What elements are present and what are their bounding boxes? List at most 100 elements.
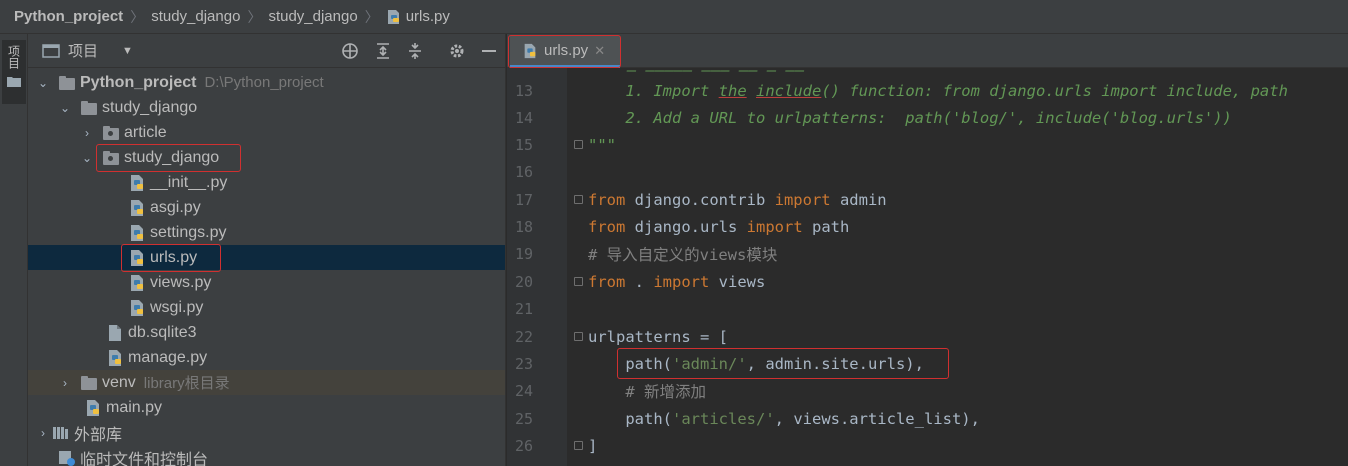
tree-item-python-project[interactable]: ⌄ Python_project D:\Python_project bbox=[28, 70, 505, 95]
minimize-icon[interactable] bbox=[480, 42, 498, 60]
tree-item-views-py[interactable]: views.py bbox=[28, 270, 505, 295]
tree-item-main-py[interactable]: main.py bbox=[28, 395, 505, 420]
code-line-21: 21 bbox=[507, 295, 1348, 322]
code-line-17: 17 from django.contrib import admin bbox=[507, 186, 1348, 213]
code-line-19: 19 # 导入自定义的views模块 bbox=[507, 240, 1348, 267]
close-icon[interactable]: ✕ bbox=[594, 43, 605, 59]
code-line-16: 16 bbox=[507, 158, 1348, 185]
tree-item-db-sqlite3[interactable]: db.sqlite3 bbox=[28, 320, 505, 345]
line-number: 26 bbox=[514, 436, 533, 455]
tree-item-label: db.sqlite3 bbox=[128, 323, 197, 341]
tree-item-study-django[interactable]: ⌄ study_django bbox=[28, 95, 505, 120]
code-line-22: 22 urlpatterns = [ bbox=[507, 323, 1348, 350]
tree-item-asgi-py[interactable]: asgi.py bbox=[28, 195, 505, 220]
collapse-all-icon[interactable] bbox=[406, 42, 424, 60]
tab-urls-py[interactable]: urls.py ✕ bbox=[510, 36, 620, 68]
chevron-down-icon[interactable]: ▼ bbox=[122, 45, 133, 57]
python-file-icon bbox=[131, 224, 143, 241]
tree-item-study-django-inner[interactable]: ⌄ study_django bbox=[28, 144, 505, 172]
line-number: 17 bbox=[514, 190, 533, 209]
python-file-icon bbox=[131, 249, 143, 266]
breadcrumb-item-urls[interactable]: urls.py bbox=[386, 8, 450, 25]
package-folder-icon bbox=[102, 125, 120, 141]
code-line-25: 25 path('articles/', views.article_list)… bbox=[507, 405, 1348, 432]
breadcrumb-item-urls-label: urls.py bbox=[405, 8, 450, 25]
python-file-icon bbox=[87, 399, 99, 416]
line-number: 19 bbox=[514, 244, 533, 263]
tree-item-label: 外部库 bbox=[74, 426, 123, 444]
code-line-26: 26 ] bbox=[507, 432, 1348, 459]
tree-item-external-libraries[interactable]: › 外部库 bbox=[28, 420, 505, 445]
tree-item-label: manage.py bbox=[128, 348, 208, 366]
tree-item-venv[interactable]: › venv library根目录 bbox=[28, 370, 505, 395]
python-file-icon bbox=[387, 9, 399, 24]
line-number: 22 bbox=[514, 327, 533, 346]
tree-item-label: views.py bbox=[150, 273, 212, 291]
project-window-icon bbox=[42, 43, 60, 58]
tree-item-label: settings.py bbox=[150, 223, 227, 241]
breadcrumb-item-study-django-inner[interactable]: study_django bbox=[268, 8, 357, 25]
line-number: 24 bbox=[514, 381, 533, 400]
line-number: 16 bbox=[514, 162, 533, 181]
chevron-right-icon[interactable]: › bbox=[36, 426, 50, 440]
chevron-down-icon[interactable]: ⌄ bbox=[58, 101, 72, 115]
gear-icon[interactable] bbox=[448, 42, 466, 60]
tree-item-label: Python_project bbox=[80, 73, 197, 91]
line-number: 18 bbox=[514, 217, 533, 236]
code-line-20: 20 from . import views bbox=[507, 268, 1348, 295]
expand-all-icon[interactable] bbox=[374, 42, 392, 60]
breadcrumb-item-project[interactable]: Python_project bbox=[14, 8, 123, 25]
editor-tab-bar: urls.py ✕ bbox=[507, 34, 1348, 68]
folder-icon bbox=[7, 77, 21, 87]
code-line-18: 18 from django.urls import path bbox=[507, 213, 1348, 240]
chevron-right-icon: 〉 bbox=[247, 8, 262, 25]
tree-item-urls-py[interactable]: urls.py bbox=[28, 244, 505, 272]
tree-item-label: study_django bbox=[124, 148, 220, 166]
scratches-icon bbox=[59, 450, 75, 466]
tree-item-path-hint: D:\Python_project bbox=[204, 74, 324, 91]
line-number: 15 bbox=[514, 135, 533, 154]
tree-item-label: urls.py bbox=[150, 248, 198, 266]
chevron-right-icon: 〉 bbox=[364, 8, 379, 25]
project-tool-label: 项目 bbox=[6, 45, 21, 69]
tree-item-library-hint: library根目录 bbox=[143, 375, 230, 392]
line-number: 20 bbox=[514, 272, 533, 291]
line-number: 13 bbox=[514, 81, 533, 100]
tree-item-wsgi-py[interactable]: wsgi.py bbox=[28, 295, 505, 320]
fold-marker-icon[interactable] bbox=[574, 441, 583, 450]
breadcrumb-item-study-django[interactable]: study_django bbox=[151, 8, 240, 25]
project-panel-title: 项目 bbox=[68, 43, 99, 60]
tree-item-label: __init__.py bbox=[150, 173, 228, 191]
tree-item-label: wsgi.py bbox=[150, 298, 204, 316]
library-icon bbox=[53, 426, 68, 439]
package-folder-icon bbox=[102, 150, 120, 166]
fold-marker-icon[interactable] bbox=[574, 140, 583, 149]
project-tool-button[interactable]: 项目 bbox=[2, 40, 26, 104]
chevron-down-icon[interactable]: ⌄ bbox=[80, 151, 94, 165]
tree-item-settings-py[interactable]: settings.py bbox=[28, 220, 505, 245]
file-icon bbox=[109, 324, 121, 341]
python-file-icon bbox=[131, 274, 143, 291]
fold-marker-icon[interactable] bbox=[574, 277, 583, 286]
tree-item-scratches[interactable]: 临时文件和控制台 bbox=[28, 445, 505, 466]
tree-item-label: main.py bbox=[106, 398, 163, 416]
code-area[interactable]: — ————— ——— —— — —— 13 1. Import the inc… bbox=[507, 68, 1348, 466]
fold-marker-icon[interactable] bbox=[574, 195, 583, 204]
line-number: 25 bbox=[514, 409, 533, 428]
fold-marker-icon[interactable] bbox=[574, 332, 583, 341]
code-line-15: 15 """ bbox=[507, 131, 1348, 158]
tool-window-strip: 项目 bbox=[0, 34, 28, 466]
chevron-right-icon[interactable]: › bbox=[80, 126, 94, 140]
python-file-icon bbox=[109, 349, 121, 366]
line-number: 23 bbox=[514, 354, 533, 373]
code-editor: urls.py ✕ — ————— ——— —— — —— 13 1. Impo… bbox=[507, 34, 1348, 466]
folder-icon bbox=[80, 375, 98, 391]
tree-item-manage-py[interactable]: manage.py bbox=[28, 345, 505, 370]
tree-item-article[interactable]: › article bbox=[28, 120, 505, 145]
locate-icon[interactable] bbox=[341, 42, 359, 60]
tree-item-init-py[interactable]: __init__.py bbox=[28, 170, 505, 195]
line-number: 21 bbox=[514, 299, 533, 318]
chevron-down-icon[interactable]: ⌄ bbox=[36, 76, 50, 90]
chevron-right-icon[interactable]: › bbox=[58, 376, 72, 390]
code-line-13: 13 1. Import the include() function: fro… bbox=[507, 77, 1348, 104]
